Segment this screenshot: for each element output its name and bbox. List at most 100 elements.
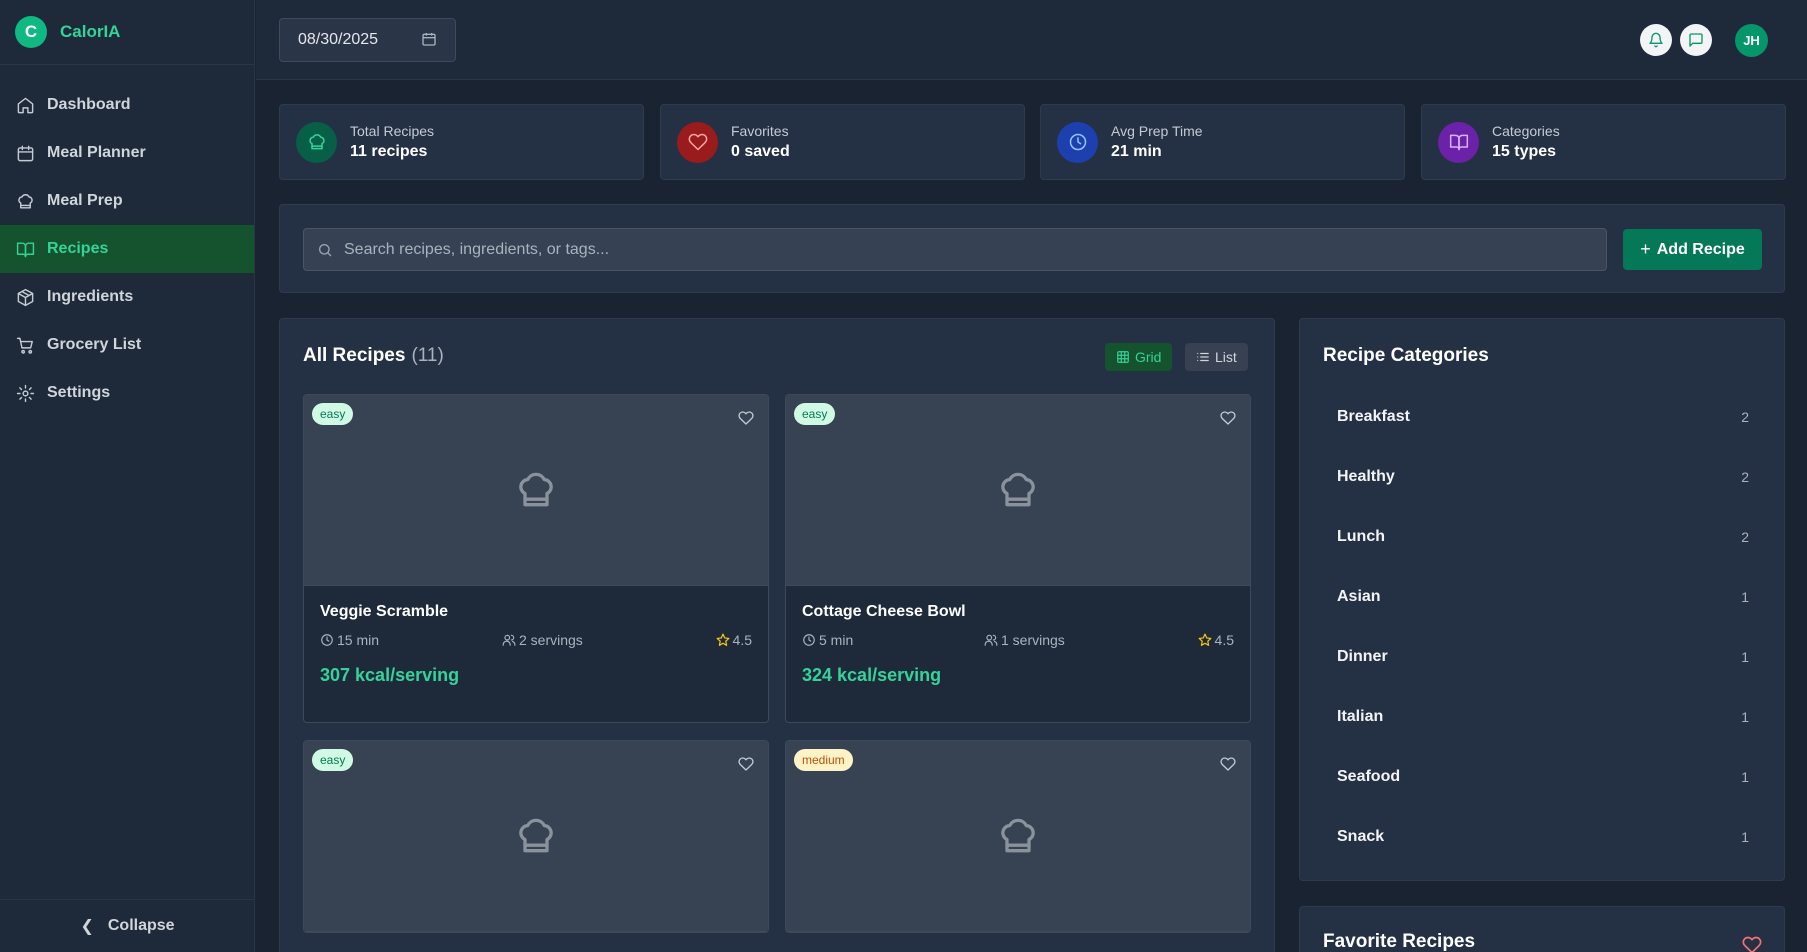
category-item[interactable]: Asian 1 xyxy=(1323,567,1763,627)
search-input[interactable]: Search recipes, ingredients, or tags... xyxy=(303,228,1607,271)
recipe-kcal: 307 kcal/serving xyxy=(320,665,460,685)
grid-view-button[interactable]: Grid xyxy=(1105,343,1173,371)
avatar[interactable]: JH xyxy=(1735,24,1768,57)
users-icon xyxy=(502,634,516,646)
collapse-label: Collapse xyxy=(107,917,175,934)
chef-hat-icon xyxy=(296,121,337,163)
category-count: 1 xyxy=(1741,709,1749,725)
date-value: 08/30/2025 xyxy=(298,31,379,48)
package-icon xyxy=(17,288,34,306)
sidebar-item-dashboard[interactable]: Dashboard xyxy=(0,81,254,129)
chef-hat-icon xyxy=(519,818,553,853)
category-item[interactable]: Breakfast 2 xyxy=(1323,387,1763,447)
sidebar-item-label: Grocery List xyxy=(47,336,142,353)
recipe-card[interactable]: easy xyxy=(303,740,769,933)
sidebar-item-recipes[interactable]: Recipes xyxy=(0,225,254,273)
categories-panel: Recipe Categories Breakfast 2 Healthy 2 Lu… xyxy=(1299,318,1785,881)
recipe-kcal: 324 kcal/serving xyxy=(802,665,942,685)
recipe-time: 15 min xyxy=(337,632,380,648)
grid-label: Grid xyxy=(1135,349,1162,365)
favorites-title: Favorite Recipes xyxy=(1323,931,1476,952)
clock-icon xyxy=(1057,121,1098,163)
sidebar-item-ingredients[interactable]: Ingredients xyxy=(0,273,254,321)
recipe-servings: 1 servings xyxy=(1001,632,1065,648)
brand[interactable]: C CalorIA xyxy=(0,0,254,65)
favorites-panel: Favorite Recipes xyxy=(1299,906,1785,952)
categories-title: Recipe Categories xyxy=(1323,345,1489,366)
add-recipe-button[interactable]: + Add Recipe xyxy=(1623,229,1762,270)
stat-value: 0 saved xyxy=(731,143,790,160)
heart-icon xyxy=(677,121,718,163)
difficulty-badge: easy xyxy=(794,403,836,425)
difficulty-badge: easy xyxy=(312,749,354,771)
category-count: 1 xyxy=(1741,589,1749,605)
clock-icon xyxy=(803,634,815,646)
stat-label: Total Recipes xyxy=(350,123,435,139)
add-recipe-label: Add Recipe xyxy=(1656,240,1745,258)
list-view-button[interactable]: List xyxy=(1185,343,1248,371)
bell-icon xyxy=(1649,32,1663,48)
recipe-name: Veggie Scramble xyxy=(320,603,449,620)
category-name: Italian xyxy=(1337,708,1384,725)
category-count: 2 xyxy=(1741,529,1749,545)
date-picker[interactable]: 08/30/2025 xyxy=(279,18,456,62)
category-item[interactable]: Lunch 2 xyxy=(1323,507,1763,567)
sidebar-item-label: Recipes xyxy=(47,240,109,257)
sidebar-item-settings[interactable]: Settings xyxy=(0,369,254,417)
recipe-rating: 4.5 xyxy=(1214,632,1234,648)
recipe-image-placeholder: easy xyxy=(304,395,768,586)
stat-value: 11 recipes xyxy=(350,143,428,160)
heart-icon[interactable] xyxy=(738,756,754,772)
collapse-button[interactable]: ❮ Collapse xyxy=(0,899,255,952)
category-name: Lunch xyxy=(1337,528,1385,545)
clock-icon xyxy=(321,634,333,646)
recipe-image-placeholder: easy xyxy=(304,741,768,932)
home-icon xyxy=(17,97,34,113)
messages-button[interactable] xyxy=(1680,24,1712,56)
notifications-button[interactable] xyxy=(1640,24,1672,56)
sidebar-nav: Dashboard Meal Planner Meal Prep Recipes… xyxy=(0,81,254,417)
category-count: 1 xyxy=(1741,769,1749,785)
stat-card-total-recipes: Total Recipes 11 recipes xyxy=(279,104,644,180)
category-item[interactable]: Dinner 1 xyxy=(1323,627,1763,687)
stat-label: Categories xyxy=(1492,123,1560,139)
category-count: 2 xyxy=(1741,409,1749,425)
recipe-card[interactable]: easy Cottage Cheese Bowl 5 min 1 serving… xyxy=(785,394,1251,723)
recipe-card[interactable]: easy Veggie Scramble 15 min 2 servings 4… xyxy=(303,394,769,723)
category-count: 1 xyxy=(1741,829,1749,845)
app-name: CalorIA xyxy=(60,22,121,41)
sidebar-item-meal-planner[interactable]: Meal Planner xyxy=(0,129,254,177)
recipes-count: (11) xyxy=(411,345,444,366)
category-item[interactable]: Italian 1 xyxy=(1323,687,1763,747)
chef-hat-icon xyxy=(1001,472,1035,507)
recipe-card[interactable]: medium xyxy=(785,740,1251,933)
heart-icon[interactable] xyxy=(1220,410,1236,426)
category-item[interactable]: Seafood 1 xyxy=(1323,747,1763,807)
book-open-icon xyxy=(1438,121,1479,163)
category-item[interactable]: Snack 1 xyxy=(1323,807,1763,867)
heart-icon[interactable] xyxy=(1220,756,1236,772)
message-icon xyxy=(1689,33,1703,47)
chef-hat-icon xyxy=(519,472,553,507)
plus-icon: + xyxy=(1640,239,1651,259)
heart-icon[interactable] xyxy=(738,410,754,426)
recipe-time: 5 min xyxy=(819,632,854,648)
category-name: Breakfast xyxy=(1337,408,1410,425)
search-placeholder: Search recipes, ingredients, or tags... xyxy=(344,240,610,258)
stat-value: 15 types xyxy=(1492,143,1557,160)
list-icon xyxy=(1197,352,1209,362)
recipes-title-text: All Recipes xyxy=(303,345,406,366)
star-icon xyxy=(716,633,729,646)
calendar-icon[interactable] xyxy=(421,31,437,47)
category-count: 1 xyxy=(1741,649,1749,665)
recipe-name: Cottage Cheese Bowl xyxy=(802,603,966,620)
categories-list: Breakfast 2 Healthy 2 Lunch 2 Asian 1 Dinner… xyxy=(1323,387,1763,867)
sidebar-item-meal-prep[interactable]: Meal Prep xyxy=(0,177,254,225)
category-count: 2 xyxy=(1741,469,1749,485)
chef-hat-icon xyxy=(18,193,33,209)
grid-icon xyxy=(1117,351,1129,363)
sidebar-item-grocery-list[interactable]: Grocery List xyxy=(0,321,254,369)
gear-icon xyxy=(16,384,35,402)
stat-card-favorites: Favorites 0 saved xyxy=(660,104,1025,180)
category-item[interactable]: Healthy 2 xyxy=(1323,447,1763,507)
